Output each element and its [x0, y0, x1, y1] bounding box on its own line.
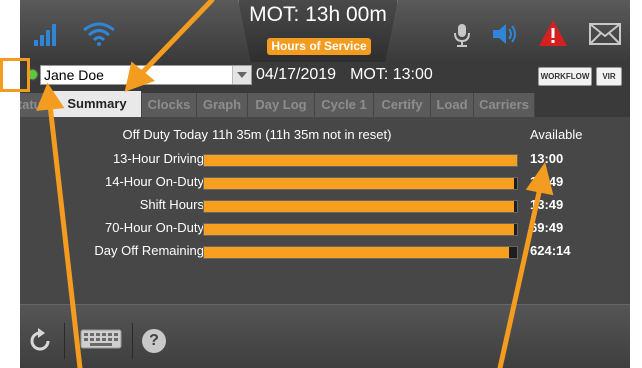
- keyboard-icon[interactable]: [80, 329, 122, 349]
- driver-row: Jane Doe 04/17/2019 MOT: 13:00 WORKFLOW V…: [20, 62, 630, 90]
- wifi-icon: [83, 22, 115, 46]
- speaker-icon[interactable]: [491, 22, 519, 46]
- progress-bar-13-hour-driving: [203, 154, 518, 167]
- tab-certify[interactable]: Certify: [374, 93, 431, 117]
- progress-bar-14-hour-on-duty: [203, 177, 518, 190]
- off-duty-label: Off Duty Today: [122, 127, 208, 142]
- progress-fill: [204, 178, 514, 189]
- tab-day-log[interactable]: Day Log: [248, 93, 315, 117]
- progress-fill: [204, 201, 514, 212]
- warning-icon[interactable]: [538, 19, 568, 47]
- refresh-icon[interactable]: [26, 327, 54, 355]
- toolbar-divider: [64, 323, 65, 359]
- progress-fill: [204, 155, 517, 166]
- help-button[interactable]: ?: [142, 329, 166, 353]
- row-value-14-hour-on-duty: 13:49: [530, 174, 564, 189]
- summary-panel: Off Duty Today 11h 35m (11h 35m not in r…: [20, 117, 630, 304]
- progress-bar-day-off-remaining: [203, 246, 518, 259]
- chevron-down-icon[interactable]: [232, 66, 251, 84]
- tab-graph[interactable]: Graph: [197, 93, 248, 117]
- progress-bar-70-hour-on-duty: [203, 223, 518, 236]
- tab-clocks[interactable]: Clocks: [142, 93, 197, 117]
- row-label-day-off-remaining: Day Off Remaining: [94, 243, 204, 258]
- tab-cycle-1[interactable]: Cycle 1: [315, 93, 374, 117]
- mot-title: MOT: 13h 00m: [249, 3, 387, 26]
- progress-fill: [204, 247, 510, 258]
- top-bar: MOT: 13h 00m Hours of Service: [20, 0, 630, 62]
- progress-fill: [204, 224, 514, 235]
- log-date: 04/17/2019: [256, 66, 337, 83]
- available-header: Available: [530, 127, 583, 142]
- tab-summary[interactable]: Summary: [53, 91, 142, 117]
- vir-button[interactable]: VIR: [596, 67, 622, 86]
- tab-status[interactable]: Status: [20, 93, 53, 117]
- bottom-toolbar: ?: [20, 304, 630, 368]
- row-value-13-hour-driving: 13:00: [530, 151, 564, 166]
- off-duty-value: 11h 35m (11h 35m not in reset): [212, 127, 392, 142]
- tab-carriers[interactable]: Carriers: [474, 93, 535, 117]
- driver-name: Jane Doe: [44, 67, 104, 83]
- row-label-70-hour-on-duty: 70-Hour On-Duty: [105, 220, 204, 235]
- row-label-13-hour-driving: 13-Hour Driving: [112, 151, 204, 166]
- row-value-day-off-remaining: 624:14: [530, 243, 571, 258]
- workflow-button[interactable]: WORKFLOW: [538, 67, 592, 86]
- toolbar-divider: [132, 323, 133, 359]
- device-screen: MOT: 13h 00m Hours of Service Jane Doe 0…: [20, 0, 630, 368]
- tab-load[interactable]: Load: [431, 93, 474, 117]
- mail-icon[interactable]: [589, 23, 621, 45]
- mot-panel[interactable]: MOT: 13h 00m Hours of Service: [238, 0, 398, 62]
- row-value-70-hour-on-duty: 69:49: [530, 220, 564, 235]
- tab-bar: Status Summary Clocks Graph Day Log Cycl…: [20, 90, 630, 117]
- driver-select[interactable]: Jane Doe: [40, 65, 252, 85]
- progress-bar-shift-hours: [203, 200, 518, 213]
- date-mot-info: 04/17/2019 MOT: 13:00: [256, 66, 447, 84]
- hours-of-service-badge: Hours of Service: [267, 38, 371, 55]
- row-label-shift-hours: Shift Hours: [139, 197, 204, 212]
- row-value-shift-hours: 13:49: [530, 197, 564, 212]
- annotation-highlight-box: [0, 58, 30, 92]
- mot-time: MOT: 13:00: [350, 66, 433, 83]
- microphone-icon[interactable]: [452, 22, 472, 48]
- signal-icon: [34, 24, 60, 46]
- row-label-14-hour-on-duty: 14-Hour On-Duty: [105, 174, 204, 189]
